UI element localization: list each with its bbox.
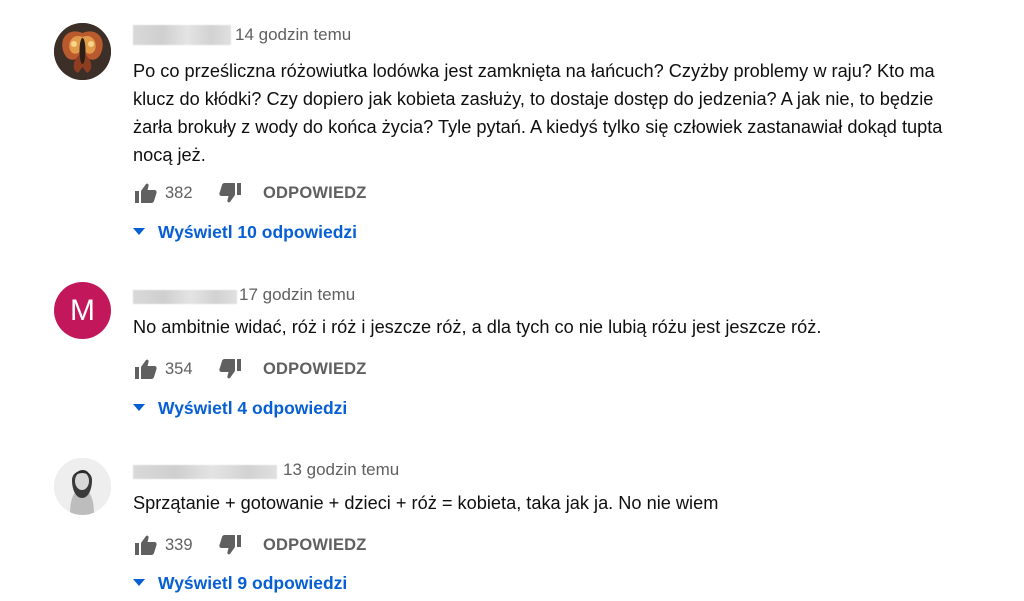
thumb-up-icon[interactable] [133,180,159,206]
thumb-up-icon[interactable] [133,356,159,382]
like-count: 339 [165,535,193,554]
action-bar: 354 ODPOWIEDZ [133,356,367,382]
thumb-up-icon[interactable] [133,532,159,558]
like-count: 354 [165,359,193,378]
author-name-redacted[interactable] [133,25,231,45]
caret-down-icon [133,404,145,411]
timestamp[interactable]: 13 godzin temu [283,460,399,480]
timestamp[interactable]: 17 godzin temu [239,285,355,305]
comment-text: No ambitnie widać, róż i róż i jeszcze r… [133,317,822,337]
author-name-redacted[interactable] [133,465,277,479]
avatar-letter: M [70,293,95,327]
caret-down-icon [133,579,145,586]
like-count: 382 [165,183,193,202]
moth-avatar-image [54,23,111,80]
comment-header: 17 godzin temu [133,283,355,307]
woman-photo-avatar-image [54,458,111,515]
thumb-down-icon[interactable] [217,180,243,206]
view-replies-button[interactable]: Wyświetl 10 odpowiedzi [133,219,357,245]
timestamp[interactable]: 14 godzin temu [235,25,351,45]
comment-header: 14 godzin temu [133,23,351,47]
action-bar: 339 ODPOWIEDZ [133,532,367,558]
reply-button[interactable]: ODPOWIEDZ [263,184,367,203]
author-name-redacted[interactable] [133,290,237,304]
action-bar: 382 ODPOWIEDZ [133,180,367,206]
view-replies-label[interactable]: Wyświetl 4 odpowiedzi [158,398,347,419]
view-replies-label[interactable]: Wyświetl 10 odpowiedzi [158,222,357,243]
reply-button[interactable]: ODPOWIEDZ [263,536,367,555]
view-replies-button[interactable]: Wyświetl 4 odpowiedzi [133,395,347,421]
view-replies-button[interactable]: Wyświetl 9 odpowiedzi [133,570,347,596]
thumb-down-icon[interactable] [217,356,243,382]
thumb-down-icon[interactable] [217,532,243,558]
comment-text: Po co prześliczna różowiutka lodówka jes… [133,61,943,165]
view-replies-label[interactable]: Wyświetl 9 odpowiedzi [158,573,347,594]
reply-button[interactable]: ODPOWIEDZ [263,360,367,379]
avatar[interactable]: M [54,282,111,339]
avatar[interactable] [54,458,111,515]
comment-text: Sprzątanie + gotowanie + dzieci + róż = … [133,493,719,513]
comment-header: 13 godzin temu [133,458,399,482]
avatar[interactable] [54,23,111,80]
caret-down-icon [133,228,145,235]
